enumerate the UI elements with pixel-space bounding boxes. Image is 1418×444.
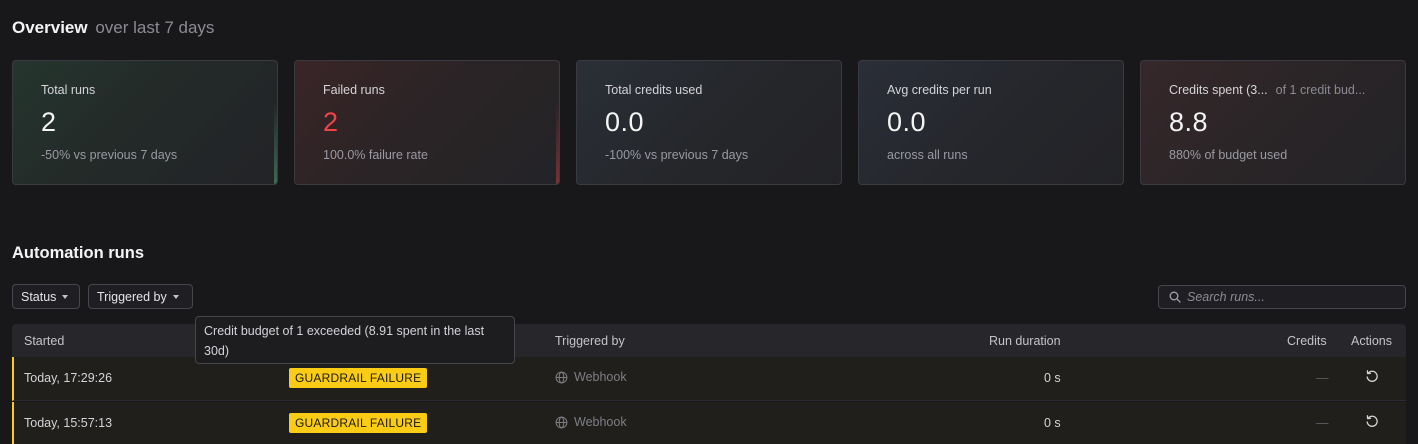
stat-note: 880% of budget used (1169, 148, 1288, 162)
automation-runs-title: Automation runs (12, 244, 144, 262)
retry-button[interactable] (1365, 414, 1379, 431)
stat-card-avg-credits: Avg credits per run 0.0 across all runs (858, 60, 1124, 185)
run-credits: — (1316, 416, 1329, 430)
search-box (1158, 285, 1406, 309)
triggered-by-filter-button[interactable]: Triggered by (88, 284, 193, 309)
status-badge[interactable]: GUARDRAIL FAILURE (289, 413, 428, 433)
stat-value: 8.8 (1169, 107, 1209, 137)
column-header-triggered-by[interactable]: Triggered by (555, 334, 625, 348)
stat-label: Total runs (41, 83, 96, 97)
card-accent (274, 101, 277, 184)
stat-note: -50% vs previous 7 days (41, 148, 178, 162)
run-triggered-by: Webhook (555, 370, 627, 384)
column-header-started[interactable]: Started (24, 334, 64, 348)
stat-card-total-runs: Total runs 2 -50% vs previous 7 days (12, 60, 278, 185)
table-row[interactable]: Today, 15:57:13 GUARDRAIL FAILURE Webhoo… (12, 402, 1406, 444)
status-filter-label: Status (21, 289, 57, 304)
run-duration: 0 s (1044, 371, 1061, 385)
stat-label-budget: of 1 credit bud... (1275, 83, 1366, 97)
stat-label-wrap: Credits spent (3... of 1 credit bud... (1169, 83, 1365, 97)
stat-label: Failed runs (323, 83, 385, 97)
retry-button[interactable] (1365, 369, 1379, 386)
stat-value: 0.0 (605, 107, 645, 137)
column-header-actions: Actions (1351, 334, 1392, 348)
stat-value: 2 (41, 107, 57, 137)
chevron-down-icon (62, 294, 69, 299)
overview-title: Overview (12, 18, 88, 37)
status-filter-button[interactable]: Status (12, 284, 80, 309)
status-badge[interactable]: GUARDRAIL FAILURE (289, 368, 428, 388)
stat-label: Avg credits per run (887, 83, 992, 97)
globe-icon (555, 416, 568, 428)
stat-card-total-credits: Total credits used 0.0 -100% vs previous… (576, 60, 842, 185)
column-header-run-duration[interactable]: Run duration (989, 334, 1061, 348)
trigger-label: Webhook (574, 370, 627, 384)
stat-note: -100% vs previous 7 days (605, 148, 749, 162)
triggered-by-filter-label: Triggered by (97, 289, 167, 304)
retry-icon (1366, 415, 1378, 427)
stat-value: 2 (323, 107, 339, 137)
overview-heading: Overview over last 7 days (12, 18, 214, 38)
card-accent (556, 101, 559, 184)
run-triggered-by: Webhook (555, 415, 627, 429)
globe-icon (555, 371, 568, 383)
stat-label: Total credits used (605, 83, 703, 97)
overview-subtitle: over last 7 days (95, 18, 215, 37)
stat-note: across all runs (887, 148, 968, 162)
stat-note: 100.0% failure rate (323, 148, 428, 162)
run-duration: 0 s (1044, 416, 1061, 430)
run-started: Today, 15:57:13 (24, 416, 113, 430)
search-input[interactable] (1187, 290, 1397, 304)
chevron-down-icon (172, 294, 179, 299)
search-icon (1169, 291, 1181, 303)
budget-tooltip: Credit budget of 1 exceeded (8.91 spent … (195, 316, 515, 364)
retry-icon (1366, 370, 1378, 382)
run-credits: — (1316, 371, 1329, 385)
stat-card-credits-spent: Credits spent (3... of 1 credit bud... 8.… (1140, 60, 1406, 185)
stat-value: 0.0 (887, 107, 927, 137)
stat-label: Credits spent (3... (1169, 83, 1268, 97)
stat-card-failed-runs: Failed runs 2 100.0% failure rate (294, 60, 560, 185)
run-started: Today, 17:29:26 (24, 371, 113, 385)
column-header-credits[interactable]: Credits (1287, 334, 1327, 348)
trigger-label: Webhook (574, 415, 627, 429)
